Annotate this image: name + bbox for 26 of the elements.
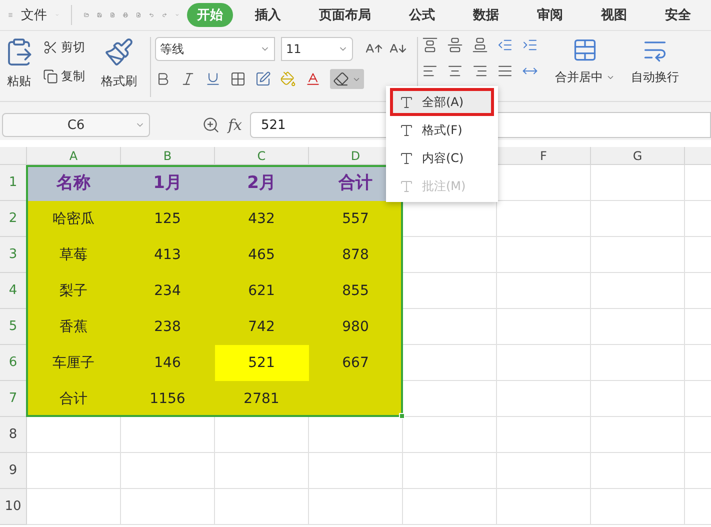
table-cell: 413	[121, 237, 215, 273]
table-cell: 667	[309, 345, 403, 381]
table-cell: 2月	[215, 165, 309, 201]
table-cell: 878	[309, 237, 403, 273]
table-cell: 521	[215, 345, 309, 381]
table-cell: 合计	[27, 381, 121, 417]
table-cell: 855	[309, 273, 403, 309]
table-cell: 125	[121, 201, 215, 237]
table-cell: 465	[215, 237, 309, 273]
table-cell: 车厘子	[27, 345, 121, 381]
table-cell: 哈密瓜	[27, 201, 121, 237]
table-cell: 香蕉	[27, 309, 121, 345]
table-cell: 2781	[215, 381, 309, 417]
table-cell: 1月	[121, 165, 215, 201]
table-cell: 234	[121, 273, 215, 309]
table-cell: 146	[121, 345, 215, 381]
table-cell: 梨子	[27, 273, 121, 309]
table-cell: 742	[215, 309, 309, 345]
table-cell: 621	[215, 273, 309, 309]
table-cell: 1156	[121, 381, 215, 417]
table-cell: 980	[309, 309, 403, 345]
table-cell: 557	[309, 201, 403, 237]
table-cell: 名称	[27, 165, 121, 201]
table-cell: 草莓	[27, 237, 121, 273]
table-cell: 238	[121, 309, 215, 345]
table-cell: 432	[215, 201, 309, 237]
